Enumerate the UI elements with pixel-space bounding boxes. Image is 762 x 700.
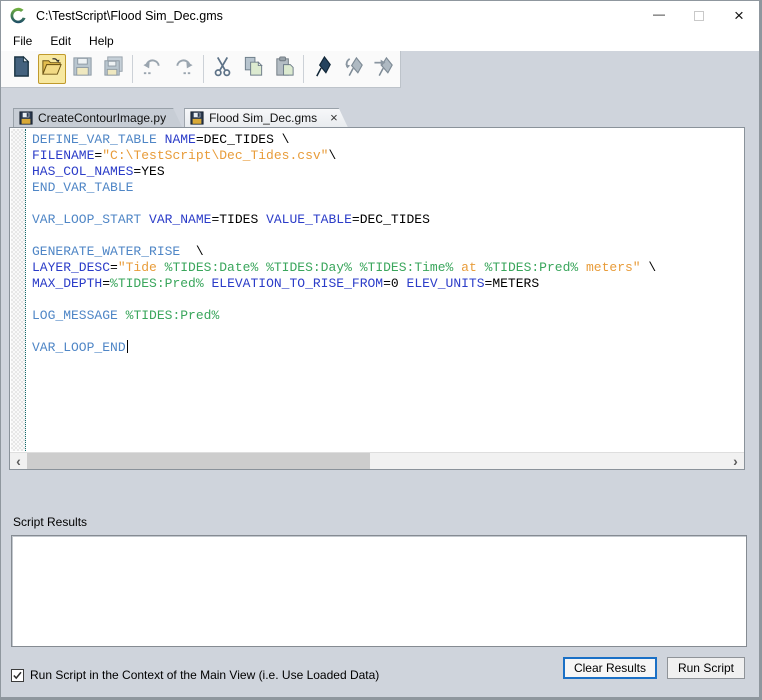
code-line: VAR_LOOP_START VAR_NAME=TIDES VALUE_TABL…: [32, 212, 744, 228]
code-line: FILENAME="C:\TestScript\Dec_Tides.csv"\: [32, 148, 744, 164]
undo-button[interactable]: [138, 54, 167, 84]
window-title: C:\TestScript\Flood Sim_Dec.gms: [36, 9, 639, 23]
toolbar: [1, 51, 401, 88]
flag-forward-icon: [373, 55, 396, 83]
clear-results-button[interactable]: Clear Results: [563, 657, 657, 679]
minimize-button[interactable]: —: [639, 1, 679, 30]
app-logo-icon: [9, 7, 27, 25]
toolbar-separator: [132, 55, 133, 83]
code-line: GENERATE_WATER_RISE \: [32, 244, 744, 260]
code-line: LAYER_DESC="Tide %TIDES:Date% %TIDES:Day…: [32, 260, 744, 276]
flag-back-icon: [343, 55, 366, 83]
navigate-flag-back-button[interactable]: [340, 54, 369, 84]
tab-label: Flood Sim_Dec.gms: [209, 111, 317, 125]
title-bar: C:\TestScript\Flood Sim_Dec.gms — ×: [1, 1, 759, 30]
menu-edit[interactable]: Edit: [41, 32, 80, 50]
scrollbar-thumb[interactable]: [27, 453, 370, 469]
code-line: MAX_DEPTH=%TIDES:Pred% ELEVATION_TO_RISE…: [32, 276, 744, 292]
code-line: [32, 228, 744, 244]
tab-flood-sim-dec[interactable]: Flood Sim_Dec.gms ×: [184, 108, 348, 127]
flag-icon: [312, 55, 335, 83]
tab-label: CreateContourImage.py: [38, 111, 166, 125]
save-all-button[interactable]: [99, 54, 128, 84]
new-file-button[interactable]: [7, 54, 36, 84]
code-line: END_VAR_TABLE: [32, 180, 744, 196]
cut-button[interactable]: [209, 54, 238, 84]
text-caret: [127, 340, 128, 353]
redo-icon: [172, 55, 195, 83]
code-line: [32, 324, 744, 340]
toolbar-row: [1, 51, 759, 88]
code-line: [32, 196, 744, 212]
code-line: VAR_LOOP_END: [32, 340, 744, 356]
saved-file-icon: [19, 111, 33, 125]
copy-icon: [242, 55, 265, 83]
menu-file[interactable]: File: [4, 32, 41, 50]
menu-help[interactable]: Help: [80, 32, 123, 50]
save-icon: [71, 55, 94, 83]
horizontal-scrollbar: ‹ ›: [10, 452, 744, 469]
new-file-icon: [10, 55, 33, 83]
cut-icon: [211, 55, 234, 83]
code-line: DEFINE_VAR_TABLE NAME=DEC_TIDES \: [32, 132, 744, 148]
toolbar-separator: [203, 55, 204, 83]
redo-button[interactable]: [169, 54, 198, 84]
navigate-flag-button[interactable]: [309, 54, 338, 84]
maximize-icon: [694, 11, 704, 21]
menu-bar: File Edit Help: [1, 30, 759, 51]
scrollbar-track[interactable]: [27, 453, 727, 469]
navigate-flag-forward-button[interactable]: [370, 54, 399, 84]
paste-icon: [273, 55, 296, 83]
code-line: HAS_COL_NAMES=YES: [32, 164, 744, 180]
open-folder-icon: [40, 55, 63, 83]
copy-button[interactable]: [239, 54, 268, 84]
scroll-left-arrow-icon[interactable]: ‹: [10, 453, 27, 469]
code-area[interactable]: DEFINE_VAR_TABLE NAME=DEC_TIDES \FILENAM…: [26, 128, 744, 452]
run-context-checkbox[interactable]: [11, 669, 24, 682]
app-window: C:\TestScript\Flood Sim_Dec.gms — × File…: [0, 0, 762, 700]
run-script-button[interactable]: Run Script: [667, 657, 745, 679]
main-content: CreateContourImage.py Flood Sim_Dec.gms …: [1, 88, 759, 697]
open-file-button[interactable]: [38, 54, 67, 84]
script-results-label: Script Results: [13, 515, 759, 529]
save-button[interactable]: [68, 54, 97, 84]
run-context-checkbox-row: Run Script in the Context of the Main Vi…: [11, 668, 379, 682]
tab-close-icon[interactable]: ×: [330, 111, 338, 124]
editor-body: DEFINE_VAR_TABLE NAME=DEC_TIDES \FILENAM…: [10, 128, 744, 452]
tab-create-contour-image[interactable]: CreateContourImage.py: [13, 108, 182, 127]
maximize-button[interactable]: [679, 1, 719, 30]
footer: Run Script in the Context of the Main Vi…: [1, 647, 759, 697]
tab-strip: CreateContourImage.py Flood Sim_Dec.gms …: [13, 108, 759, 127]
undo-icon: [141, 55, 164, 83]
code-line: [32, 292, 744, 308]
script-editor: DEFINE_VAR_TABLE NAME=DEC_TIDES \FILENAM…: [9, 127, 745, 470]
scroll-right-arrow-icon[interactable]: ›: [727, 453, 744, 469]
footer-buttons: Clear Results Run Script: [563, 657, 745, 679]
close-button[interactable]: ×: [719, 1, 759, 30]
code-line: LOG_MESSAGE %TIDES:Pred%: [32, 308, 744, 324]
save-all-icon: [102, 55, 125, 83]
saved-file-icon: [190, 111, 204, 125]
editor-fold-gutter: [11, 129, 26, 451]
run-context-checkbox-label[interactable]: Run Script in the Context of the Main Vi…: [30, 668, 379, 682]
close-icon: ×: [734, 7, 744, 24]
script-results-output[interactable]: [11, 535, 747, 647]
paste-button[interactable]: [270, 54, 299, 84]
toolbar-separator: [303, 55, 304, 83]
